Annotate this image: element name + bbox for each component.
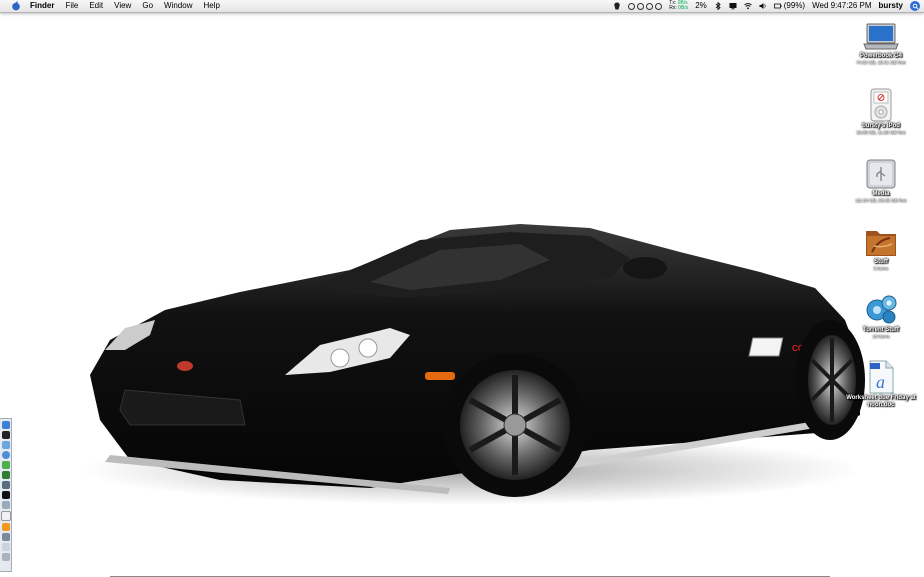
wifi-icon[interactable] (743, 2, 752, 10)
menu-app-finder[interactable]: Finder (30, 1, 54, 11)
desktop-item-label: bursty's iPod (862, 123, 900, 129)
menu-help[interactable]: Help (203, 1, 219, 11)
menu-file[interactable]: File (65, 1, 78, 11)
desktop-item-label: Stuff (874, 259, 888, 265)
desktop-item-info: 18.68 GB, 11.69 GB free (856, 130, 906, 135)
ipod-icon (870, 88, 892, 122)
car-emblem (177, 361, 193, 371)
laptop-icon (863, 23, 899, 50)
car-indicator (425, 372, 455, 380)
desktop-item-label: Powerbook G4 (859, 53, 902, 59)
desktop-item-media[interactable]: Media 111.64 GB, 53.05 GB free (838, 158, 924, 203)
documents-icon[interactable] (1, 543, 10, 551)
alien-icon[interactable] (613, 2, 621, 10)
desktop-item-ipod[interactable]: bursty's iPod 18.68 GB, 11.69 GB free (838, 88, 924, 135)
menu-bar: Finder File Edit View Go Window Help Tx:… (0, 0, 924, 13)
battery-status[interactable]: (99%) (773, 1, 806, 11)
desktop-item-info: 74.92 GB, 15.61 GB free (856, 60, 906, 65)
fast-user-switch-menu[interactable]: bursty (879, 1, 903, 11)
desktop-item-label: Worksheet due Friday at noon.doc (846, 395, 916, 408)
next-track-icon[interactable] (646, 2, 654, 10)
cpu-meter[interactable]: 2% (695, 1, 707, 11)
car-front-wheel (443, 353, 587, 497)
previous-track-icon[interactable] (628, 2, 636, 10)
word-document-icon: a (869, 360, 894, 394)
folder-icon (866, 231, 896, 256)
desktop-item-stuff[interactable]: Stuff 8 items (838, 226, 924, 271)
trash-icon[interactable] (1, 553, 10, 561)
desktop-item-worksheet[interactable]: a Worksheet due Friday at noon.doc (838, 360, 924, 409)
terminal-icon[interactable] (1, 491, 10, 499)
vlc-icon[interactable] (1, 523, 10, 531)
menubar-clock[interactable]: Wed 9:47:26 PM (812, 1, 871, 11)
car-side-mirror (623, 257, 667, 279)
rating-icon[interactable] (655, 2, 663, 10)
desktop-item-label: Media (872, 191, 890, 197)
desktop-item-info: 111.64 GB, 53.05 GB free (855, 198, 907, 203)
itunes-controls (628, 2, 663, 10)
mail-icon[interactable] (1, 441, 10, 449)
itunes-icon[interactable] (1, 471, 10, 479)
net-rx-value: 0B/s (678, 5, 689, 11)
desktop-wallpaper-car: CCX (80, 224, 865, 505)
network-monitor[interactable]: Tx: 0B/s Rx: 0B/s (669, 1, 688, 11)
battery-icon (773, 3, 782, 9)
desktop-item-info: 8 items (873, 266, 889, 271)
preview-icon[interactable] (1, 501, 10, 509)
iphoto-icon[interactable] (1, 481, 10, 489)
dock (0, 418, 12, 572)
menu-window[interactable]: Window (164, 1, 192, 11)
apple-menu-icon[interactable] (11, 1, 21, 11)
desktop-item-label: Torrent Stuff (863, 327, 899, 333)
play-pause-icon[interactable] (637, 2, 645, 10)
bluetooth-icon[interactable] (714, 2, 722, 10)
desktop-item-torrent-stuff[interactable]: Torrent Stuff 10 items (838, 292, 924, 339)
gear-folder-icon (866, 295, 897, 324)
safari-icon[interactable] (1, 451, 10, 459)
desktop-item-powerbook[interactable]: Powerbook G4 74.92 GB, 15.61 GB free (838, 22, 924, 65)
finder-icon[interactable] (1, 421, 10, 429)
volume-icon[interactable] (759, 2, 767, 10)
menu-go[interactable]: Go (142, 1, 153, 11)
display-mirroring-icon[interactable] (729, 2, 737, 10)
usb-drive-icon (866, 159, 896, 189)
battery-percent: (99%) (783, 1, 806, 10)
menu-edit[interactable]: Edit (89, 1, 103, 11)
ichat-icon[interactable] (1, 461, 10, 469)
textedit-icon[interactable] (0, 511, 11, 521)
menu-view[interactable]: View (114, 1, 131, 11)
net-rx-label: Rx: (669, 5, 677, 11)
system-preferences-icon[interactable] (1, 533, 10, 541)
spotlight-search-icon[interactable] (910, 1, 920, 11)
dashboard-icon[interactable] (1, 431, 10, 439)
desktop-item-info: 10 items (872, 334, 890, 339)
svg-text:a: a (876, 372, 885, 392)
